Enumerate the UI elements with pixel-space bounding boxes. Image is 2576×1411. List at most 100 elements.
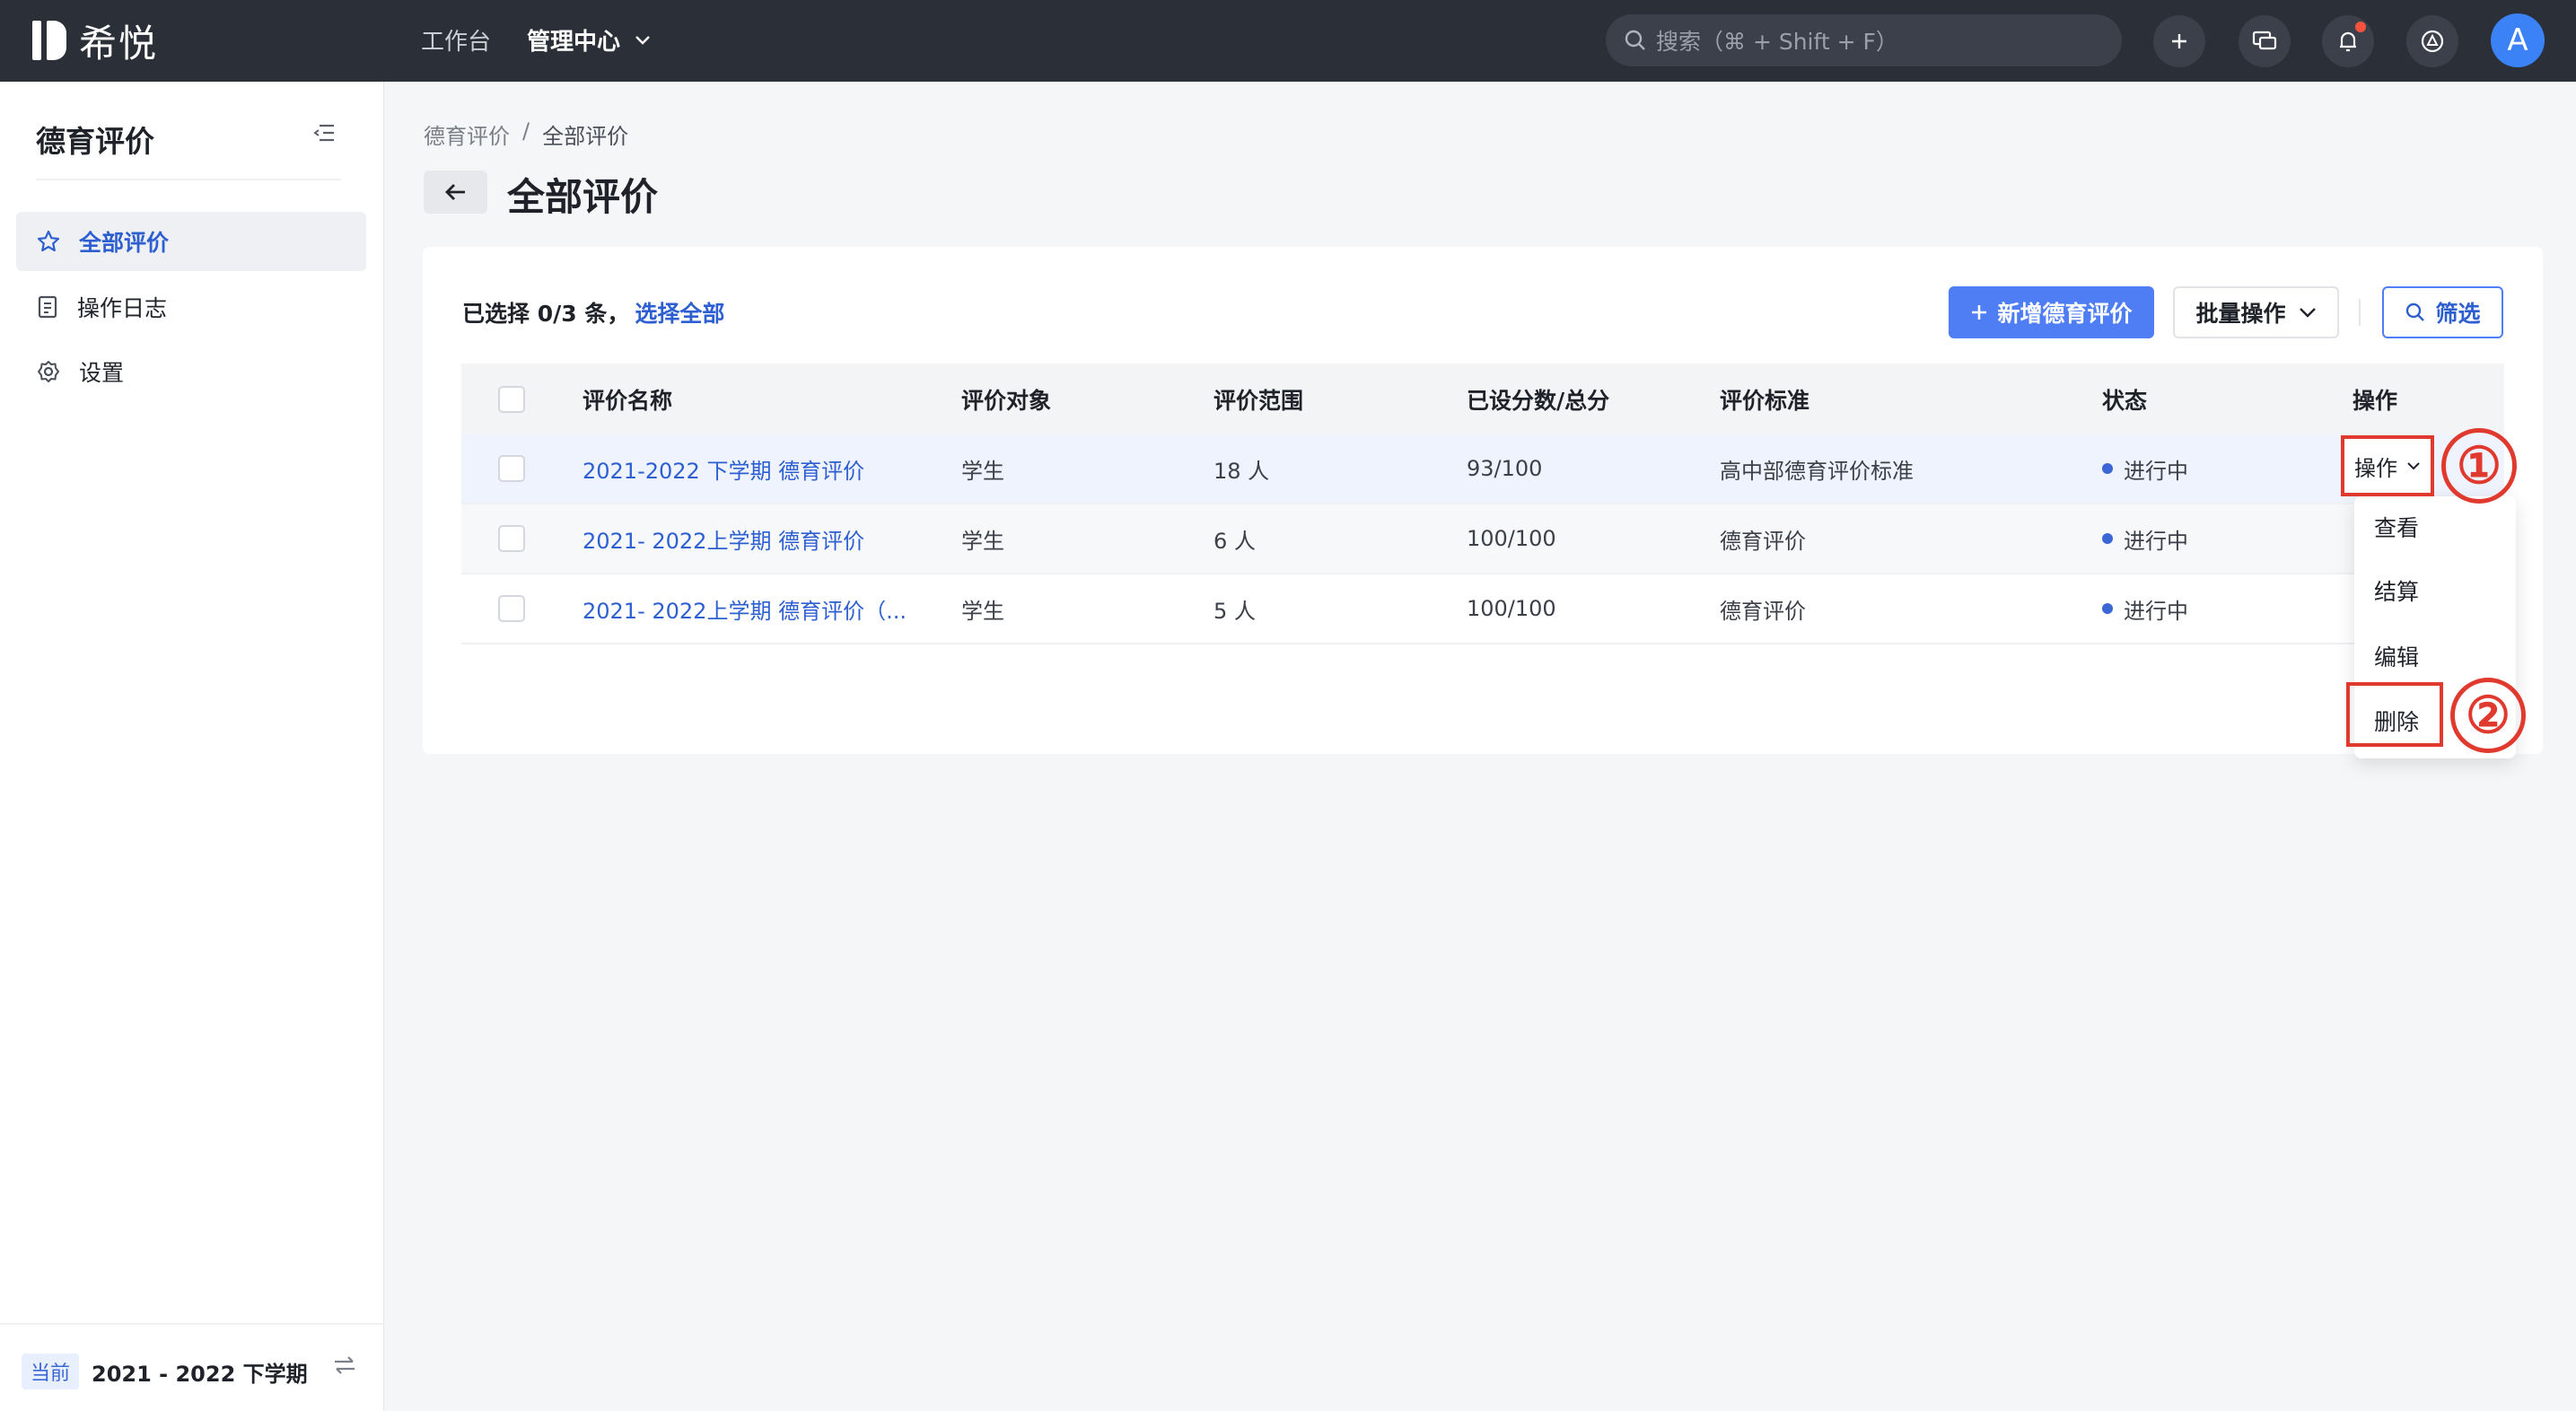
sidebar-item-label: 全部评价: [79, 230, 170, 256]
app-logo[interactable]: 希悦: [32, 16, 159, 66]
status-badge: 进行中: [2102, 523, 2188, 555]
log-icon: [38, 295, 57, 319]
plus-icon: [1972, 305, 1987, 320]
select-all-link[interactable]: 选择全部: [635, 301, 724, 327]
add-button[interactable]: [2153, 15, 2205, 67]
top-bar: 希悦 工作台 管理中心 搜索（⌘ + Shift + F） A: [0, 0, 2576, 82]
chat-icon: [2252, 31, 2277, 50]
switch-term-icon[interactable]: [332, 1354, 357, 1380]
evaluation-standard: 高中部德育评价标准: [1720, 458, 1914, 484]
toolbar-divider: [2359, 299, 2361, 326]
sidebar-divider: [36, 179, 341, 180]
evaluation-range: 6 人: [1214, 528, 1256, 554]
table-row[interactable]: 2021- 2022上学期 德育评价（... 学生 5 人 100/100 德育…: [461, 574, 2504, 644]
evaluation-name-link[interactable]: 2021- 2022上学期 德育评价: [583, 523, 864, 555]
breadcrumb: 德育评价 / 全部评价: [424, 118, 628, 150]
table-row[interactable]: 2021-2022 下学期 德育评价 学生 18 人 93/100 高中部德育评…: [461, 434, 2504, 504]
header-range: 评价范围: [1214, 387, 1304, 414]
notification-dot: [2355, 22, 2366, 32]
filter-button[interactable]: 筛选: [2382, 286, 2503, 338]
plus-icon: [2172, 34, 2186, 48]
evaluation-score: 100/100: [1467, 526, 1556, 551]
help-button[interactable]: [2406, 15, 2458, 67]
batch-operations-label: 批量操作: [2195, 301, 2286, 327]
evaluations-card: 已选择 0/3 条， 选择全部 新增德育评价 批量操作 筛选 评价名称 评价对象 …: [423, 247, 2543, 754]
row-checkbox[interactable]: [498, 455, 525, 482]
status-badge: 进行中: [2102, 453, 2188, 485]
header-name: 评价名称: [583, 387, 673, 414]
menu-item-edit[interactable]: 编辑: [2374, 640, 2419, 672]
batch-operations-button[interactable]: 批量操作: [2173, 286, 2339, 338]
selection-info: 已选择 0/3 条， 选择全部: [462, 296, 724, 329]
current-term: 当前 2021 - 2022 下学期: [22, 1354, 308, 1389]
select-all-checkbox[interactable]: [498, 385, 525, 413]
table-row[interactable]: 2021- 2022上学期 德育评价 学生 6 人 100/100 德育评价 进…: [461, 504, 2504, 574]
search-icon: [2406, 302, 2425, 321]
selection-count: 已选择 0/3 条，: [462, 301, 630, 327]
step-2-marker: ②: [2450, 678, 2526, 753]
evaluation-standard: 德育评价: [1720, 528, 1806, 554]
gear-icon: [38, 361, 59, 382]
row-checkbox[interactable]: [498, 595, 525, 622]
status-label: 进行中: [2124, 598, 2188, 624]
row-operation-label: 操作: [2354, 455, 2397, 481]
row-checkbox[interactable]: [498, 525, 525, 552]
logo-text: 希悦: [79, 21, 159, 66]
row-operation-button[interactable]: 操作: [2341, 435, 2434, 496]
header-status: 状态: [2102, 387, 2148, 414]
user-avatar[interactable]: A: [2491, 13, 2545, 67]
evaluation-score: 100/100: [1467, 596, 1556, 621]
arrow-left-icon: [444, 184, 465, 200]
step-1-marker: ①: [2441, 428, 2517, 504]
page-title: 全部评价: [507, 175, 659, 219]
header-operation: 操作: [2353, 387, 2398, 414]
breadcrumb-separator: /: [522, 118, 530, 144]
status-label: 进行中: [2124, 458, 2188, 484]
evaluation-name-link[interactable]: 2021- 2022上学期 德育评价（...: [583, 593, 907, 625]
nav-admin-center[interactable]: 管理中心: [527, 23, 651, 57]
add-evaluation-button[interactable]: 新增德育评价: [1949, 286, 2154, 338]
nav-workbench[interactable]: 工作台: [421, 23, 491, 57]
notifications-button[interactable]: [2322, 15, 2374, 67]
back-button[interactable]: [424, 171, 487, 214]
sidebar-item-label: 设置: [79, 360, 125, 386]
sidebar-item-all-evaluations[interactable]: 全部评价: [16, 212, 366, 271]
sidebar-item-settings[interactable]: 设置: [16, 342, 366, 401]
search-icon: [1625, 30, 1645, 50]
evaluation-range: 18 人: [1214, 458, 1270, 484]
status-dot-icon: [2102, 533, 2113, 544]
status-badge: 进行中: [2102, 593, 2188, 625]
evaluation-range: 5 人: [1214, 598, 1256, 624]
sidebar-item-operation-log[interactable]: 操作日志: [16, 277, 366, 337]
status-dot-icon: [2102, 603, 2113, 614]
current-badge: 当前: [22, 1354, 80, 1389]
bell-icon: [2340, 31, 2356, 52]
evaluations-table: 评价名称 评价对象 评价范围 已设分数/总分 评价标准 状态 操作 2021-2…: [461, 364, 2504, 644]
sidebar: 德育评价 全部评价 操作日志 设置 当前 2021 - 2022 下学期: [0, 82, 384, 1411]
collapse-sidebar-icon[interactable]: [312, 123, 336, 146]
header-target: 评价对象: [961, 387, 1052, 414]
nav-admin-label: 管理中心: [527, 29, 621, 56]
sidebar-item-label: 操作日志: [77, 295, 168, 321]
search-placeholder: 搜索（⌘ + Shift + F）: [1656, 29, 1898, 55]
logo-mark-icon: [32, 21, 66, 60]
chevron-down-icon: [635, 35, 650, 45]
messages-button[interactable]: [2239, 15, 2291, 67]
star-icon: [37, 230, 60, 252]
chevron-down-icon: [2299, 308, 2316, 318]
compass-icon: [2421, 30, 2444, 53]
breadcrumb-parent[interactable]: 德育评价: [424, 118, 510, 150]
evaluation-target: 学生: [961, 598, 1004, 624]
global-search-input[interactable]: 搜索（⌘ + Shift + F）: [1606, 14, 2122, 66]
add-evaluation-label: 新增德育评价: [1997, 301, 2133, 327]
header-score: 已设分数/总分: [1467, 387, 1610, 414]
menu-item-settle[interactable]: 结算: [2374, 574, 2419, 607]
menu-item-view[interactable]: 查看: [2374, 511, 2419, 543]
chevron-down-icon: [2407, 462, 2420, 470]
table-header: 评价名称 评价对象 评价范围 已设分数/总分 评价标准 状态 操作: [461, 364, 2504, 434]
sidebar-title: 德育评价: [36, 124, 154, 159]
sidebar-footer-divider: [0, 1323, 384, 1325]
status-label: 进行中: [2124, 528, 2188, 554]
filter-label: 筛选: [2435, 301, 2481, 327]
evaluation-name-link[interactable]: 2021-2022 下学期 德育评价: [583, 453, 864, 485]
